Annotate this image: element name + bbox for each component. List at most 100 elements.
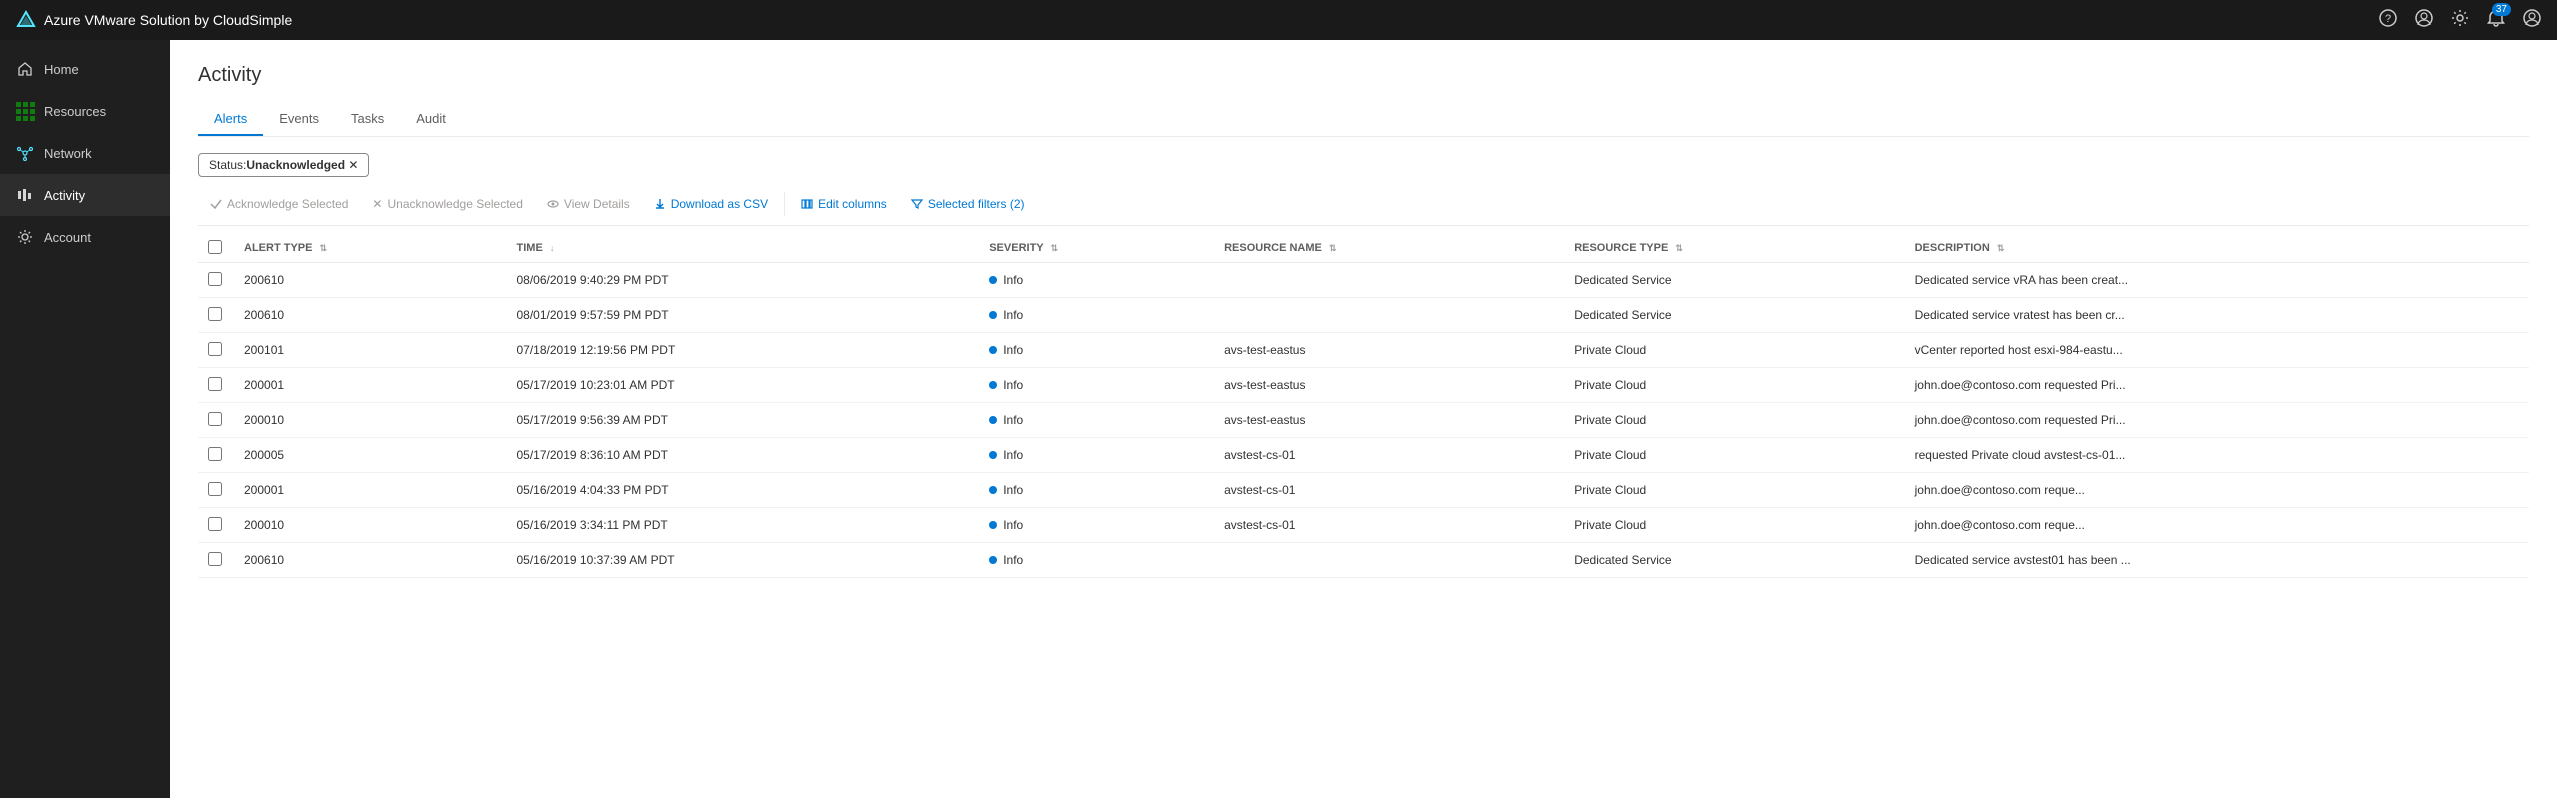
check-icon	[210, 198, 222, 210]
sidebar-item-resources[interactable]: Resources	[0, 90, 170, 132]
cell-resource-name: avstest-cs-01	[1214, 438, 1564, 473]
download-csv-button[interactable]: Download as CSV	[642, 191, 780, 217]
tab-events[interactable]: Events	[263, 103, 335, 136]
row-checkbox[interactable]	[208, 552, 222, 566]
cell-time: 05/16/2019 3:34:11 PM PDT	[507, 508, 980, 543]
cell-description: Dedicated service vratest has been cr...	[1905, 298, 2529, 333]
filter-badge[interactable]: Status: Unacknowledged ✕	[198, 153, 369, 177]
acknowledge-button[interactable]: Acknowledge Selected	[198, 191, 360, 217]
main-layout: Home Resources	[0, 40, 2557, 798]
sidebar-item-network[interactable]: Network	[0, 132, 170, 174]
toolbar: Acknowledge Selected ✕ Unacknowledge Sel…	[198, 191, 2529, 226]
cell-severity: Info	[979, 438, 1214, 473]
cell-alert-type: 200610	[234, 263, 507, 298]
cell-description: requested Private cloud avstest-cs-01...	[1905, 438, 2529, 473]
severity-label: Info	[1003, 378, 1023, 392]
row-checkbox[interactable]	[208, 447, 222, 461]
cell-resource-type: Dedicated Service	[1564, 298, 1904, 333]
eye-icon	[547, 198, 559, 210]
topbar: Azure VMware Solution by CloudSimple ? 3…	[0, 0, 2557, 40]
row-checkbox[interactable]	[208, 482, 222, 496]
select-all-checkbox[interactable]	[208, 240, 222, 254]
cell-resource-name	[1214, 543, 1564, 578]
row-checkbox-cell	[198, 368, 234, 403]
severity-dot	[989, 381, 997, 389]
cell-resource-name: avs-test-eastus	[1214, 368, 1564, 403]
user-circle-icon[interactable]	[2415, 9, 2433, 32]
account-icon[interactable]	[2523, 9, 2541, 32]
table-header-row: ALERT TYPE ⇅ TIME ↓ SEVERITY ⇅ RESOURCE …	[198, 234, 2529, 263]
cell-alert-type: 200610	[234, 298, 507, 333]
unacknowledge-button[interactable]: ✕ Unacknowledge Selected	[360, 191, 534, 217]
cell-resource-name: avstest-cs-01	[1214, 473, 1564, 508]
row-checkbox[interactable]	[208, 377, 222, 391]
table-row: 200001 05/17/2019 10:23:01 AM PDT Info a…	[198, 368, 2529, 403]
row-checkbox[interactable]	[208, 307, 222, 321]
cell-time: 05/17/2019 8:36:10 AM PDT	[507, 438, 980, 473]
tab-alerts[interactable]: Alerts	[198, 103, 263, 136]
cell-resource-name: avs-test-eastus	[1214, 333, 1564, 368]
cell-severity: Info	[979, 543, 1214, 578]
severity-dot	[989, 556, 997, 564]
row-checkbox[interactable]	[208, 517, 222, 531]
sidebar-item-activity[interactable]: Activity	[0, 174, 170, 216]
severity-dot	[989, 486, 997, 494]
sidebar-item-home[interactable]: Home	[0, 48, 170, 90]
row-checkbox[interactable]	[208, 272, 222, 286]
col-header-alert-type[interactable]: ALERT TYPE ⇅	[234, 234, 507, 263]
account-settings-icon	[16, 228, 34, 246]
view-details-button[interactable]: View Details	[535, 191, 642, 217]
x-icon: ✕	[372, 197, 382, 211]
row-checkbox[interactable]	[208, 342, 222, 356]
sidebar-item-account[interactable]: Account	[0, 216, 170, 258]
col-header-description[interactable]: DESCRIPTION ⇅	[1905, 234, 2529, 263]
toolbar-separator	[784, 192, 785, 216]
table-row: 200610 05/16/2019 10:37:39 AM PDT Info D…	[198, 543, 2529, 578]
cell-time: 05/16/2019 10:37:39 AM PDT	[507, 543, 980, 578]
filter-value: Unacknowledged	[246, 158, 345, 172]
severity-dot	[989, 311, 997, 319]
row-checkbox[interactable]	[208, 412, 222, 426]
row-checkbox-cell	[198, 298, 234, 333]
table-row: 200610 08/01/2019 9:57:59 PM PDT Info De…	[198, 298, 2529, 333]
cell-severity: Info	[979, 508, 1214, 543]
cell-resource-type: Dedicated Service	[1564, 543, 1904, 578]
col-header-resource-name[interactable]: RESOURCE NAME ⇅	[1214, 234, 1564, 263]
col-header-resource-type[interactable]: RESOURCE TYPE ⇅	[1564, 234, 1904, 263]
header-checkbox-col	[198, 234, 234, 263]
table-row: 200010 05/17/2019 9:56:39 AM PDT Info av…	[198, 403, 2529, 438]
cell-resource-type: Private Cloud	[1564, 368, 1904, 403]
help-icon[interactable]: ?	[2379, 9, 2397, 32]
cell-alert-type: 200010	[234, 403, 507, 438]
tab-tasks[interactable]: Tasks	[335, 103, 400, 136]
selected-filters-button[interactable]: Selected filters (2)	[899, 191, 1037, 217]
sort-icon-alert-type: ⇅	[320, 243, 328, 253]
home-icon	[16, 60, 34, 78]
settings-icon[interactable]	[2451, 9, 2469, 32]
cell-resource-type: Private Cloud	[1564, 333, 1904, 368]
cell-severity: Info	[979, 403, 1214, 438]
alerts-table: ALERT TYPE ⇅ TIME ↓ SEVERITY ⇅ RESOURCE …	[198, 234, 2529, 578]
col-header-time[interactable]: TIME ↓	[507, 234, 980, 263]
azure-icon	[16, 10, 36, 30]
cell-resource-type: Private Cloud	[1564, 438, 1904, 473]
sidebar-label-network: Network	[44, 146, 92, 161]
cell-alert-type: 200005	[234, 438, 507, 473]
cell-description: john.doe@contoso.com requested Pri...	[1905, 368, 2529, 403]
cell-alert-type: 200101	[234, 333, 507, 368]
edit-columns-button[interactable]: Edit columns	[789, 191, 899, 217]
sort-icon-time: ↓	[550, 243, 555, 253]
cell-resource-type: Dedicated Service	[1564, 263, 1904, 298]
severity-label: Info	[1003, 308, 1023, 322]
sort-icon-resource-name: ⇅	[1329, 243, 1337, 253]
cell-resource-name	[1214, 298, 1564, 333]
col-header-severity[interactable]: SEVERITY ⇅	[979, 234, 1214, 263]
severity-label: Info	[1003, 273, 1023, 287]
svg-text:?: ?	[2385, 13, 2391, 25]
cell-description: Dedicated service avstest01 has been ...	[1905, 543, 2529, 578]
sidebar-label-resources: Resources	[44, 104, 106, 119]
row-checkbox-cell	[198, 333, 234, 368]
notification-icon[interactable]: 37	[2487, 9, 2505, 32]
tab-audit[interactable]: Audit	[400, 103, 462, 136]
sort-icon-description: ⇅	[1997, 243, 2005, 253]
